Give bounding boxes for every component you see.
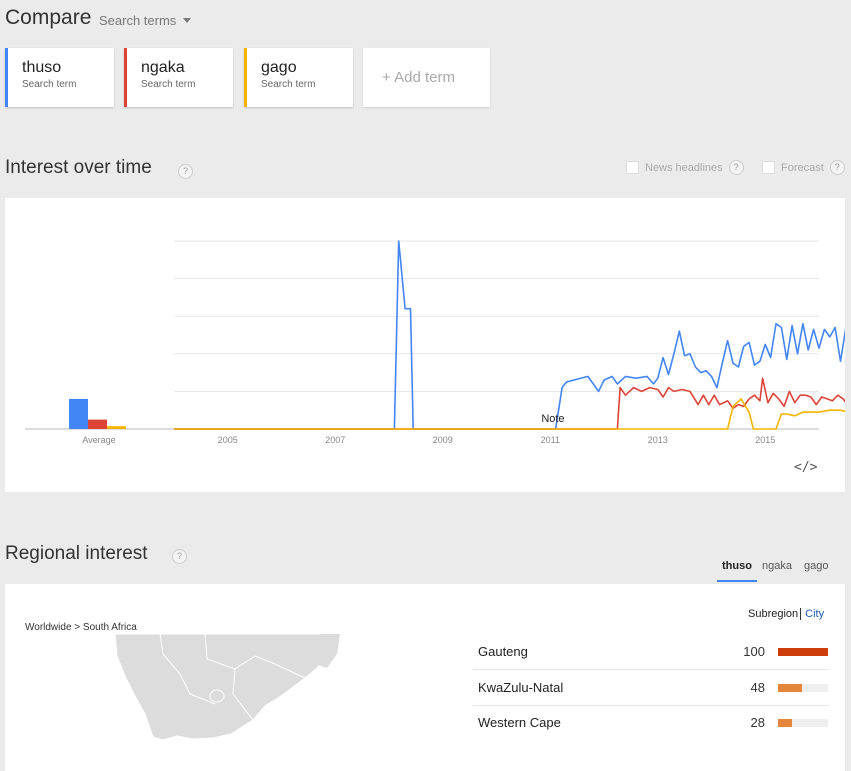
region-value: 100 bbox=[743, 644, 765, 659]
term-color-bar bbox=[5, 48, 8, 107]
embed-code-icon[interactable]: </> bbox=[794, 460, 817, 475]
term-card-thuso[interactable]: thuso Search term bbox=[5, 48, 114, 107]
region-value: 48 bbox=[750, 680, 765, 695]
page-title: Compare bbox=[5, 6, 92, 29]
forecast-label: Forecast bbox=[781, 161, 824, 174]
term-type-label: Search term bbox=[261, 79, 316, 90]
toggle-divider bbox=[800, 608, 802, 620]
help-icon[interactable]: ? bbox=[829, 160, 845, 175]
region-row[interactable]: KwaZulu-Natal 48 bbox=[473, 670, 829, 706]
series-line-gago bbox=[174, 398, 851, 430]
region-bar-fill bbox=[778, 647, 828, 656]
interest-over-time-chart: 2005 2007 2009 2011 2013 2015 Average Note bbox=[25, 240, 851, 445]
term-name[interactable]: ngaka bbox=[141, 58, 233, 78]
help-icon[interactable]: ? bbox=[728, 160, 744, 175]
region-bar-track bbox=[778, 718, 828, 727]
average-bar-thuso bbox=[69, 398, 88, 429]
map-region[interactable] bbox=[209, 689, 225, 703]
madagascar-region bbox=[313, 634, 340, 668]
term-color-bar bbox=[124, 48, 127, 107]
tab-thuso[interactable]: thuso bbox=[722, 560, 752, 572]
tab-gago[interactable]: gago bbox=[804, 560, 828, 572]
map-region[interactable] bbox=[114, 634, 336, 741]
term-card-ngaka[interactable]: ngaka Search term bbox=[124, 48, 233, 107]
average-label: Average bbox=[82, 435, 115, 445]
region-name: KwaZulu-Natal bbox=[478, 680, 564, 695]
tab-ngaka[interactable]: ngaka bbox=[762, 560, 792, 572]
region-row[interactable]: Western Cape 28 bbox=[473, 705, 829, 740]
breadcrumb: Worldwide > South Africa bbox=[25, 622, 137, 633]
help-icon[interactable]: ? bbox=[172, 549, 187, 564]
region-name: Western Cape bbox=[478, 715, 561, 730]
subregion-toggle[interactable]: Subregion bbox=[748, 608, 798, 620]
average-bar-gago bbox=[107, 426, 126, 429]
search-terms-label: Search terms bbox=[99, 13, 177, 28]
news-headlines-checkbox[interactable] bbox=[626, 161, 639, 174]
news-headlines-label: News headlines bbox=[645, 161, 723, 174]
region-bar-track bbox=[778, 647, 828, 656]
x-tick-label: 2015 bbox=[755, 435, 775, 445]
x-tick-label: 2007 bbox=[325, 435, 345, 445]
region-name: Gauteng bbox=[478, 644, 528, 659]
region-bar-fill bbox=[778, 718, 792, 727]
interest-over-time-heading: Interest over time bbox=[5, 157, 152, 178]
forecast-checkbox[interactable] bbox=[762, 161, 775, 174]
series-line-thuso bbox=[174, 240, 851, 430]
active-tab-indicator bbox=[717, 580, 757, 582]
x-tick-label: 2011 bbox=[541, 435, 560, 445]
term-color-bar bbox=[244, 48, 247, 107]
regional-interest-heading: Regional interest bbox=[5, 543, 148, 564]
term-type-label: Search term bbox=[22, 79, 77, 90]
interest-chart-panel: 2005 2007 2009 2011 2013 2015 Average Note </> bbox=[5, 198, 851, 492]
forecast-option[interactable]: Forecast ? bbox=[762, 160, 845, 175]
term-type-label: Search term bbox=[141, 79, 196, 90]
region-bar-track bbox=[778, 683, 828, 692]
add-term-button[interactable]: + Add term bbox=[363, 48, 490, 107]
regional-interest-panel: Subregion City Worldwide > South Africa G… bbox=[5, 584, 845, 771]
chevron-down-icon bbox=[183, 18, 192, 23]
note-annotation: Note bbox=[541, 413, 564, 425]
x-tick-label: 2009 bbox=[433, 435, 453, 445]
term-name[interactable]: gago bbox=[261, 58, 353, 78]
x-tick-label: 2013 bbox=[648, 435, 668, 445]
x-tick-label: 2005 bbox=[218, 435, 238, 445]
help-icon[interactable]: ? bbox=[178, 164, 193, 179]
search-terms-dropdown[interactable]: Search terms bbox=[99, 13, 192, 28]
resolution-toggle: Subregion City bbox=[748, 608, 824, 620]
term-card-gago[interactable]: gago Search term bbox=[244, 48, 353, 107]
region-row[interactable]: Gauteng 100 bbox=[473, 634, 829, 670]
term-name[interactable]: thuso bbox=[22, 58, 114, 78]
city-toggle[interactable]: City bbox=[805, 608, 824, 620]
region-bar-fill bbox=[778, 683, 802, 692]
news-headlines-option[interactable]: News headlines ? bbox=[626, 160, 744, 175]
average-bar-ngaka bbox=[88, 419, 107, 429]
region-value: 28 bbox=[750, 715, 765, 730]
south-africa-map[interactable] bbox=[105, 634, 355, 771]
